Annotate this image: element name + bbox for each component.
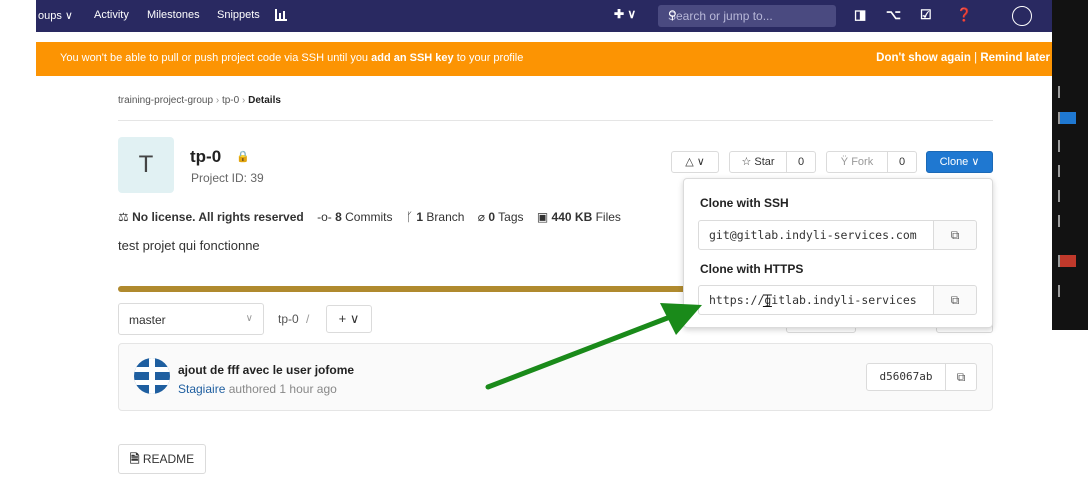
files-icon: ▣ — [536, 210, 549, 224]
banner-message: You won't be able to pull or push projec… — [60, 52, 524, 64]
dont-show-again-link[interactable]: Don't show again — [876, 52, 971, 64]
divider — [118, 120, 993, 121]
commits-count[interactable]: 8 — [335, 210, 342, 224]
clone-dropdown-menu: Clone with SSH git@gitlab.indyli-service… — [683, 178, 993, 328]
breadcrumb-group-link[interactable]: training-project-group — [118, 95, 213, 106]
commits-label[interactable]: Commits — [345, 210, 392, 224]
star-button[interactable]: ☆ Star — [729, 151, 787, 173]
repo-path-breadcrumb: tp-0 / — [278, 312, 310, 326]
nav-activity-link[interactable]: Activity — [94, 9, 129, 21]
copy-sha-button[interactable]: ⧉ — [945, 363, 977, 391]
commit-sha-button[interactable]: d56067ab — [866, 363, 946, 391]
readme-label: README — [142, 452, 195, 466]
branch-label[interactable]: Branch — [426, 210, 464, 224]
help-icon[interactable]: ❓ — [956, 7, 972, 23]
project-stats: ⚖ No license. All rights reserved -o- 8 … — [118, 210, 621, 224]
branch-icon: ᚴ — [405, 210, 414, 224]
project-description: test projet qui fonctionne — [118, 238, 260, 253]
add-file-dropdown[interactable]: + ∨ — [326, 305, 372, 333]
branch-selector-value: master — [129, 313, 166, 327]
license-icon: ⚖ — [118, 210, 129, 224]
issues-icon[interactable]: ◨ — [854, 7, 866, 23]
fork-button[interactable]: Ÿ Fork — [826, 151, 888, 173]
add-ssh-key-link[interactable]: add an SSH key — [371, 52, 454, 64]
chevron-down-icon: ∨ — [245, 313, 253, 324]
tags-count[interactable]: 0 — [488, 210, 495, 224]
branch-selector[interactable]: master ∨ — [118, 303, 264, 335]
background-window-edge — [1052, 0, 1088, 330]
search-input[interactable]: Search or jump to... ⚲ — [658, 5, 836, 27]
star-count[interactable]: 0 — [786, 151, 816, 173]
license-label[interactable]: No license. All rights reserved — [132, 210, 304, 224]
project-avatar: T — [118, 137, 174, 193]
avatar-icon[interactable] — [1012, 6, 1032, 26]
project-id: Project ID: 39 — [191, 171, 264, 185]
tags-label[interactable]: Tags — [498, 210, 523, 224]
notification-dropdown[interactable]: △ ∨ — [671, 151, 719, 173]
nav-groups-dropdown[interactable]: oups ∨ — [38, 9, 73, 22]
clone-ssh-url-input[interactable]: git@gitlab.indyli-services.com — [698, 220, 934, 250]
file-icon: 🗎 — [129, 452, 140, 466]
top-navbar: oups ∨ Activity Milestones Snippets ✚ ∨ … — [36, 0, 1052, 32]
fork-icon: Ÿ — [840, 156, 852, 168]
files-size[interactable]: 440 KB — [552, 210, 593, 224]
clone-ssh-label: Clone with SSH — [700, 196, 789, 210]
nav-snippets-link[interactable]: Snippets — [217, 9, 260, 21]
repo-path-root[interactable]: tp-0 — [278, 312, 299, 326]
annotation-arrow-icon — [485, 303, 702, 390]
clone-https-url-input[interactable]: https://gitlab.indyli-services — [698, 285, 934, 315]
commit-author-avatar[interactable] — [134, 358, 170, 394]
new-item-dropdown[interactable]: ✚ ∨ — [614, 7, 636, 21]
copy-https-url-button[interactable]: ⧉ — [933, 285, 977, 315]
text-cursor-icon: ⌶ — [762, 291, 773, 311]
nav-milestones-link[interactable]: Milestones — [147, 9, 200, 21]
search-icon: ⚲ — [668, 8, 677, 22]
lock-icon: 🔒 — [236, 151, 250, 163]
breadcrumb-current[interactable]: Details — [248, 95, 281, 106]
readme-button[interactable]: 🗎 README — [118, 444, 206, 474]
chart-icon[interactable] — [274, 8, 288, 22]
tag-icon: ⌀ — [477, 210, 485, 224]
fork-count[interactable]: 0 — [887, 151, 917, 173]
clone-https-label: Clone with HTTPS — [700, 262, 804, 276]
copy-icon: ⧉ — [950, 293, 960, 307]
todo-icon[interactable]: ☑ — [920, 7, 932, 23]
breadcrumb-project-link[interactable]: tp-0 — [222, 95, 239, 106]
files-label[interactable]: Files — [596, 210, 621, 224]
commit-title-link[interactable]: ajout de fff avec le user jofome — [178, 363, 354, 377]
clone-dropdown-button[interactable]: Clone ∨ — [926, 151, 993, 173]
copy-ssh-url-button[interactable]: ⧉ — [933, 220, 977, 250]
banner-actions: Don't show again | Remind later — [876, 52, 1050, 64]
copy-icon: ⧉ — [950, 228, 960, 242]
copy-icon: ⧉ — [956, 370, 966, 384]
commit-author-link[interactable]: Stagiaire — [178, 382, 225, 396]
commit-meta: Stagiaire authored 1 hour ago — [178, 382, 337, 396]
breadcrumb: training-project-group › tp-0 › Details — [118, 95, 281, 106]
ssh-warning-banner: You won't be able to pull or push projec… — [36, 42, 1052, 76]
repository-language-bar — [118, 286, 698, 292]
project-title: tp-0 — [190, 147, 222, 166]
remind-later-link[interactable]: Remind later — [980, 52, 1050, 64]
merge-request-icon[interactable]: ⌥ — [886, 7, 901, 23]
commit-icon: -o- — [317, 210, 332, 224]
branch-count[interactable]: 1 — [416, 210, 423, 224]
